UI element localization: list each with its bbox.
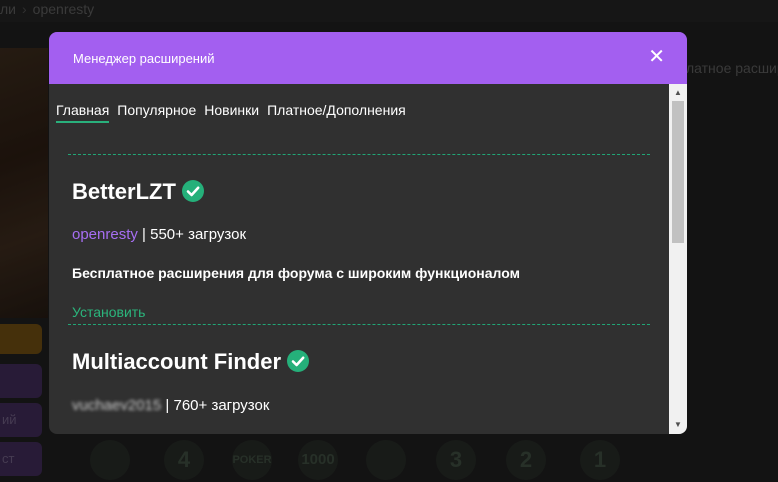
scroll-up-arrow-icon[interactable]: ▲ <box>669 86 687 100</box>
extension-title: Multiaccount Finder <box>72 349 309 375</box>
install-button[interactable]: Установить <box>72 304 145 320</box>
extension-card: Multiaccount Finder vuchaev2015 | 760+ з… <box>68 324 650 434</box>
extension-manager-modal: Менеджер расширений ✕ Главная Популярное Н… <box>49 32 687 434</box>
tab-home[interactable]: Главная <box>56 102 110 123</box>
verified-check-icon <box>287 350 309 372</box>
extension-meta: vuchaev2015 | 760+ загрузок <box>72 397 269 414</box>
modal-title: Менеджер расширений <box>73 51 215 66</box>
extension-name: BetterLZT <box>72 179 176 204</box>
close-icon[interactable]: ✕ <box>648 47 665 67</box>
modal-header: Менеджер расширений ✕ <box>49 32 687 84</box>
author-link[interactable]: openresty <box>72 226 138 243</box>
extension-description: Бесплатное расширения для форума с широк… <box>72 265 520 281</box>
download-count: | 550+ загрузок <box>142 226 247 243</box>
tab-bar: Главная Популярное Новинки Платное/Дополнен… <box>56 102 414 124</box>
extension-meta: openresty | 550+ загрузок <box>72 226 246 243</box>
scroll-down-arrow-icon[interactable]: ▼ <box>669 418 687 432</box>
extension-card: BetterLZT openresty | 550+ загрузок Бесп… <box>68 154 650 324</box>
tab-popular[interactable]: Популярное <box>117 102 196 121</box>
tab-new[interactable]: Новинки <box>204 102 259 121</box>
tab-paid-addons[interactable]: Платное/Дополнения <box>267 102 406 121</box>
extension-name: Multiaccount Finder <box>72 349 281 374</box>
scrollbar[interactable]: ▲ ▼ <box>669 84 687 434</box>
extension-list: BetterLZT openresty | 550+ загрузок Бесп… <box>49 132 669 434</box>
download-count: | 760+ загрузок <box>165 397 270 414</box>
author-link[interactable]: vuchaev2015 <box>72 397 161 414</box>
extension-title: BetterLZT <box>72 179 204 205</box>
verified-check-icon <box>181 180 204 202</box>
scrollbar-thumb[interactable] <box>672 101 684 243</box>
